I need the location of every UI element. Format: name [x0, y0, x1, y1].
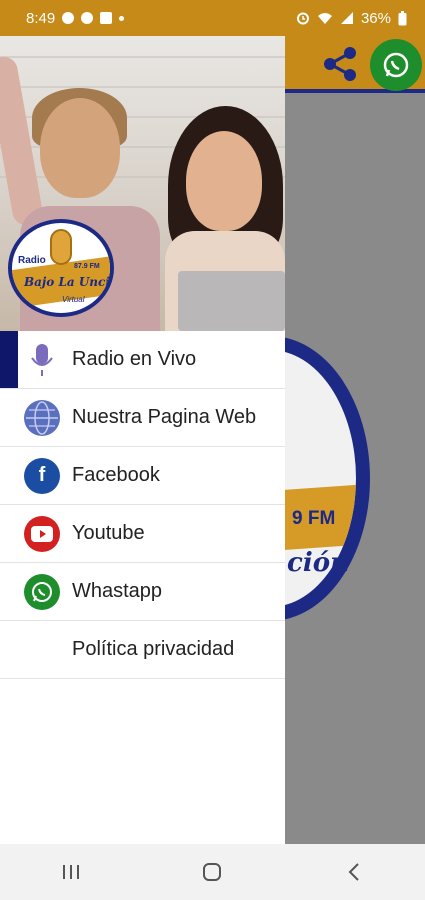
battery-percent: 36% [360, 9, 391, 27]
active-indicator [0, 331, 18, 388]
background-logo-text: ción [287, 548, 349, 578]
background-frequency-text: 9 FM [292, 508, 336, 529]
status-right: 36% [296, 10, 407, 27]
menu-item-whastapp[interactable]: Whastapp [0, 563, 285, 621]
battery-icon [398, 10, 407, 25]
menu-item-politica-privacidad[interactable]: Política privacidad [0, 621, 285, 679]
menu-item-radio-en-vivo[interactable]: Radio en Vivo [0, 331, 285, 389]
status-bar: 8:49 36% [0, 0, 425, 36]
logo-subtitle-text: Virtual [62, 295, 85, 304]
menu-item-label: Facebook [72, 464, 160, 486]
menu-item-facebook[interactable]: f Facebook [0, 447, 285, 505]
more-notifications-icon [119, 15, 125, 21]
menu-item-label: Whastapp [72, 580, 163, 602]
signal-icon [340, 12, 353, 24]
notification-icon [81, 12, 94, 24]
home-icon[interactable] [182, 852, 242, 892]
menu-item-label: Youtube [72, 522, 145, 544]
globe-icon [24, 399, 60, 436]
recents-icon[interactable] [41, 852, 101, 892]
youtube-icon [24, 515, 60, 552]
laptop-image [178, 271, 285, 331]
back-icon[interactable] [324, 852, 384, 892]
menu-item-youtube[interactable]: Youtube [0, 505, 285, 563]
microphone-icon [24, 342, 60, 378]
menu-item-label: Nuestra Pagina Web [72, 406, 257, 428]
notification-icon [62, 12, 75, 24]
whatsapp-icon[interactable] [370, 39, 422, 91]
facebook-notification-icon [100, 12, 113, 24]
menu-item-nuestra-pagina-web[interactable]: Nuestra Pagina Web [0, 389, 285, 447]
status-left: 8:49 [26, 9, 125, 27]
whatsapp-icon [24, 573, 60, 610]
system-navigation-bar [0, 844, 425, 900]
navigation-drawer: Radio 87.9 FM Bajo La Unción Virtual Rad… [0, 36, 285, 844]
drawer-menu: Radio en Vivo Nuestra Pagina Web f Faceb… [0, 331, 285, 679]
status-time: 8:49 [26, 9, 56, 27]
menu-item-label: Política privacidad [72, 638, 235, 660]
share-icon[interactable] [320, 44, 360, 84]
logo-frequency-text: 87.9 FM [74, 263, 100, 270]
microphone-logo-icon [50, 229, 72, 265]
alarm-icon [296, 12, 309, 25]
station-logo: Radio 87.9 FM Bajo La Unción Virtual [8, 219, 114, 317]
menu-item-label: Radio en Vivo [72, 348, 197, 370]
drawer-header-image: Radio 87.9 FM Bajo La Unción Virtual [0, 36, 285, 331]
facebook-icon: f [24, 457, 60, 494]
wifi-icon [317, 13, 332, 24]
logo-name-text: Bajo La Unción [24, 275, 110, 289]
logo-radio-text: Radio [18, 255, 46, 266]
